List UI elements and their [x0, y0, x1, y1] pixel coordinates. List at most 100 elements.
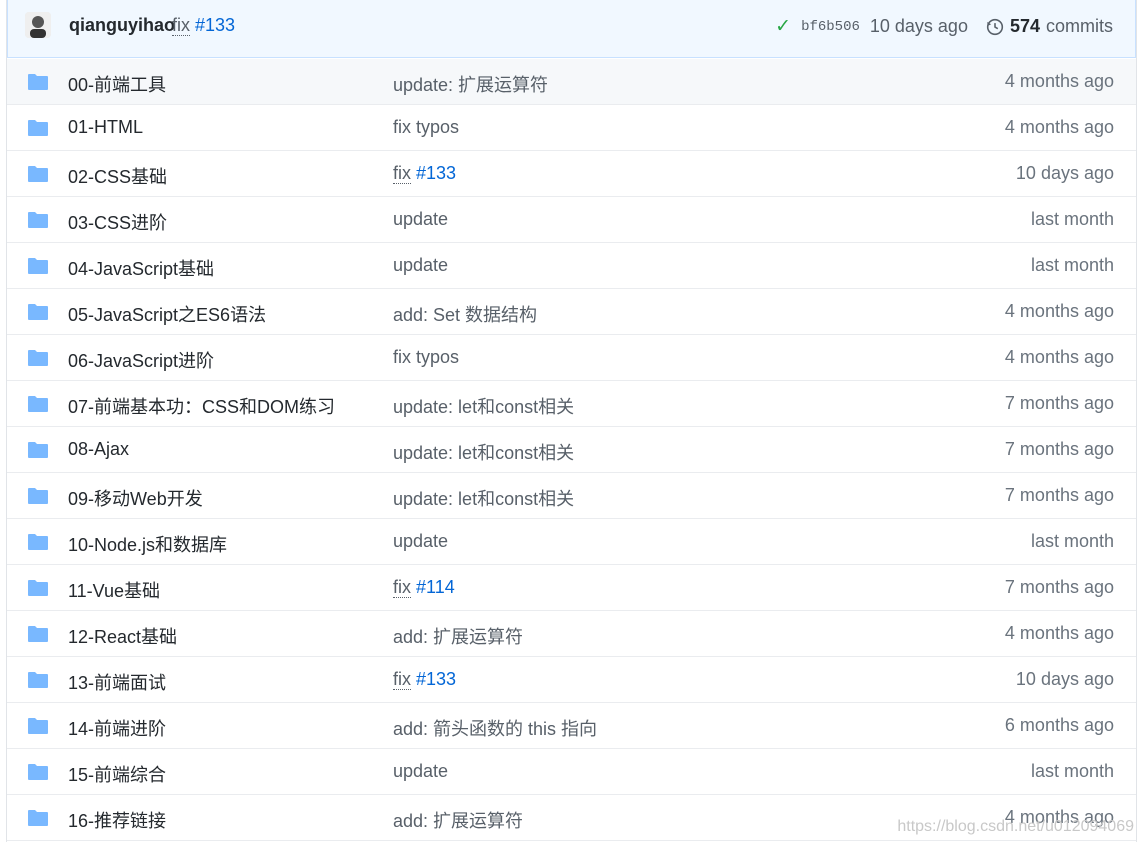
table-row[interactable]: 07-前端基本功：CSS和DOM练习 update: let和const相关 7 m… [7, 381, 1136, 427]
latest-commit-bar: qianguyihao fix #133 ✓ bf6b506 10 days a… [7, 0, 1136, 58]
commit-meta: ✓ bf6b506 10 days ago 574 commits [775, 15, 1113, 38]
folder-name-link[interactable]: 02-CSS基础 [68, 163, 167, 189]
commit-message: add: 扩展运算符 [393, 623, 523, 649]
commit-message: fix #114 [393, 577, 455, 598]
file-browser: qianguyihao fix #133 ✓ bf6b506 10 days a… [6, 0, 1137, 842]
commit-age: 7 months ago [1004, 577, 1114, 597]
commit-message-text[interactable]: update: let和const相关 [393, 489, 574, 509]
commit-message-text[interactable]: add: 箭头函数的 this 指向 [393, 719, 597, 739]
table-row[interactable]: 13-前端面试 fix #133 10 days ago [7, 657, 1136, 703]
commit-message-text[interactable]: add: 扩展运算符 [393, 627, 523, 647]
commit-message-text[interactable]: update [393, 761, 448, 781]
commits-count: 574 [1009, 16, 1040, 36]
folder-name-link[interactable]: 15-前端综合 [68, 761, 166, 787]
commit-message-text[interactable]: fix [393, 577, 411, 598]
folder-name-link[interactable]: 07-前端基本功：CSS和DOM练习 [68, 393, 335, 419]
table-row[interactable]: 12-React基础 add: 扩展运算符 4 months ago [7, 611, 1136, 657]
table-row[interactable]: 01-HTML fix typos 4 months ago [7, 105, 1136, 151]
table-row[interactable]: 09-移动Web开发 update: let和const相关 7 months ag… [7, 473, 1136, 519]
folder-icon [28, 442, 48, 458]
commit-message-text[interactable]: update: 扩展运算符 [393, 75, 548, 95]
avatar[interactable] [25, 12, 51, 38]
folder-name-link[interactable]: 10-Node.js和数据库 [68, 531, 227, 557]
commit-message-text[interactable]: fix [393, 163, 411, 184]
folder-icon [28, 718, 48, 734]
commit-message-text[interactable]: add: 扩展运算符 [393, 811, 523, 831]
folder-icon [28, 580, 48, 596]
commits-link[interactable]: 574 commits [986, 16, 1113, 37]
commit-message: fix typos [393, 347, 459, 368]
commit-message: update [393, 255, 448, 276]
folder-name-link[interactable]: 09-移动Web开发 [68, 485, 203, 511]
commit-message: fix #133 [393, 163, 456, 184]
folder-name-link[interactable]: 13-前端面试 [68, 669, 166, 695]
commit-message-text[interactable]: fix [172, 15, 190, 36]
commit-age: 4 months ago [1004, 347, 1114, 367]
folder-name-link[interactable]: 16-推荐链接 [68, 807, 166, 833]
commit-issue-link[interactable]: #133 [416, 163, 456, 183]
commit-issue-link[interactable]: #133 [416, 669, 456, 689]
commit-age: 7 months ago [1004, 393, 1114, 413]
folder-name-link[interactable]: 14-前端进阶 [68, 715, 166, 741]
commit-message-text[interactable]: fix typos [393, 117, 459, 137]
commit-age: last month [1030, 209, 1114, 229]
table-row[interactable]: 06-JavaScript进阶 fix typos 4 months ago [7, 335, 1136, 381]
commit-age: 4 months ago [1004, 301, 1114, 321]
commit-message-text[interactable]: update [393, 531, 448, 551]
table-row[interactable]: 11-Vue基础 fix #114 7 months ago [7, 565, 1136, 611]
folder-name-link[interactable]: 08-Ajax [68, 439, 129, 460]
folder-icon [28, 488, 48, 504]
folder-name-link[interactable]: 03-CSS进阶 [68, 209, 167, 235]
commit-message-text[interactable]: fix typos [393, 347, 459, 367]
commit-message: fix #133 [393, 669, 456, 690]
folder-icon [28, 166, 48, 182]
commit-message: update [393, 761, 448, 782]
check-icon[interactable]: ✓ [775, 15, 791, 38]
commit-message-text[interactable]: update [393, 209, 448, 229]
commit-time: 10 days ago [869, 16, 968, 36]
commit-message-text[interactable]: fix [393, 669, 411, 690]
folder-name-link[interactable]: 05-JavaScript之ES6语法 [68, 301, 266, 327]
commit-age: 6 months ago [1004, 715, 1114, 735]
commits-label: commits [1046, 16, 1113, 36]
folder-name-link[interactable]: 06-JavaScript进阶 [68, 347, 214, 373]
commit-message-text[interactable]: add: Set 数据结构 [393, 305, 537, 325]
folder-name-link[interactable]: 04-JavaScript基础 [68, 255, 214, 281]
commit-age: last month [1030, 255, 1114, 275]
commit-author[interactable]: qianguyihao [69, 15, 175, 36]
folder-name-link[interactable]: 01-HTML [68, 117, 143, 138]
commit-issue-link[interactable]: #133 [195, 15, 235, 35]
file-list: 00-前端工具 update: 扩展运算符 4 months ago 01-HTML f… [7, 59, 1136, 841]
commit-message-text[interactable]: update: let和const相关 [393, 443, 574, 463]
folder-icon [28, 672, 48, 688]
folder-icon [28, 534, 48, 550]
commit-age: 4 months ago [1004, 71, 1114, 91]
commit-message: update: 扩展运算符 [393, 71, 548, 97]
commit-issue-link[interactable]: #114 [416, 577, 455, 597]
folder-name-link[interactable]: 11-Vue基础 [68, 577, 160, 603]
table-row[interactable]: 10-Node.js和数据库 update last month [7, 519, 1136, 565]
commit-message-text[interactable]: update: let和const相关 [393, 397, 574, 417]
table-row[interactable]: 14-前端进阶 add: 箭头函数的 this 指向 6 months ago [7, 703, 1136, 749]
commit-message: add: 箭头函数的 this 指向 [393, 715, 597, 741]
table-row[interactable]: 05-JavaScript之ES6语法 add: Set 数据结构 4 months… [7, 289, 1136, 335]
folder-icon [28, 304, 48, 320]
commit-message-text[interactable]: update [393, 255, 448, 275]
folder-icon [28, 74, 48, 90]
table-row[interactable]: 02-CSS基础 fix #133 10 days ago [7, 151, 1136, 197]
folder-name-link[interactable]: 12-React基础 [68, 623, 177, 649]
folder-icon [28, 810, 48, 826]
table-row[interactable]: 03-CSS进阶 update last month [7, 197, 1136, 243]
table-row[interactable]: 04-JavaScript基础 update last month [7, 243, 1136, 289]
commit-message: update: let和const相关 [393, 439, 574, 465]
table-row[interactable]: 00-前端工具 update: 扩展运算符 4 months ago [7, 59, 1136, 105]
commit-sha[interactable]: bf6b506 [801, 19, 860, 35]
commit-age: 10 days ago [1015, 163, 1114, 183]
folder-name-link[interactable]: 00-前端工具 [68, 71, 166, 97]
commit-age: 10 days ago [1015, 669, 1114, 689]
folder-icon [28, 212, 48, 228]
commit-message: fix #133 [172, 15, 235, 36]
table-row[interactable]: 15-前端综合 update last month [7, 749, 1136, 795]
commit-message: add: 扩展运算符 [393, 807, 523, 833]
table-row[interactable]: 08-Ajax update: let和const相关 7 months ago [7, 427, 1136, 473]
